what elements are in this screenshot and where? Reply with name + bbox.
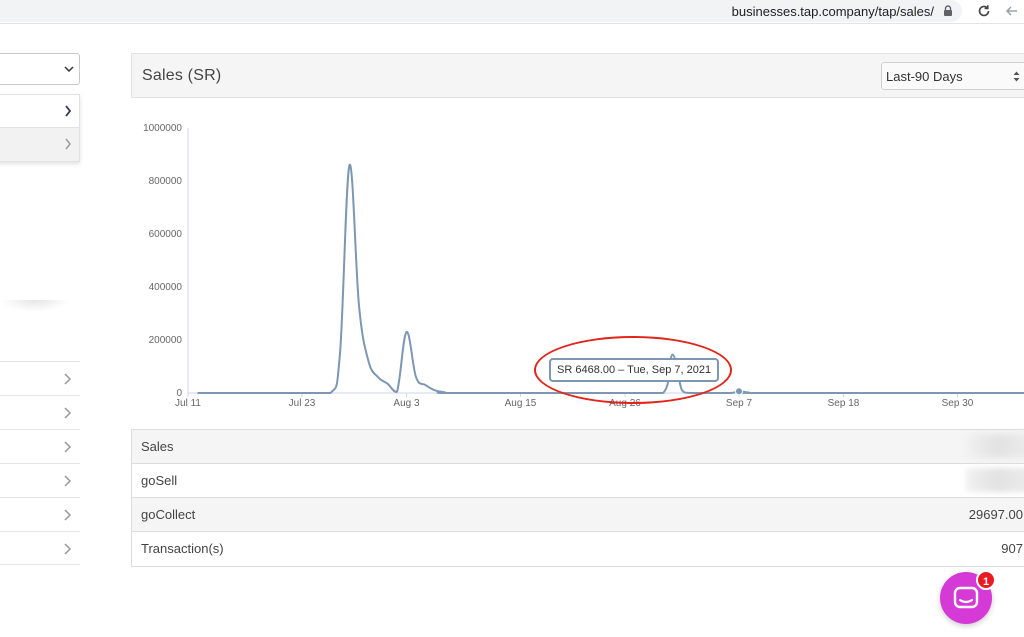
y-tick-label: 400000 (149, 282, 183, 293)
summary-value: 29697.00 (968, 507, 1023, 522)
panel-title: Sales (SR) (142, 67, 222, 84)
y-tick-label: 1000000 (143, 123, 182, 134)
date-range-value: Last-90 Days (886, 69, 963, 84)
chat-icon (953, 586, 979, 609)
sidebar-dropdown-menu (0, 94, 80, 162)
sidebar-item[interactable] (0, 531, 80, 565)
summary-label: goCollect (141, 507, 196, 522)
y-tick-label: 200000 (149, 335, 183, 346)
sidebar-item[interactable] (0, 361, 80, 395)
chevron-right-icon (64, 373, 72, 385)
sidebar-menu-item[interactable] (0, 128, 79, 161)
sidebar-menu-item[interactable] (0, 95, 79, 128)
chevron-right-icon (64, 475, 72, 487)
chevron-down-icon (64, 66, 74, 73)
summary-row: Sales (132, 430, 1024, 464)
sidebar-item[interactable] (0, 395, 80, 429)
back-arrow-icon[interactable] (1004, 3, 1020, 19)
summary-value: 907 (1001, 541, 1023, 556)
sales-chart[interactable]: 1000000 800000 600000 400000 200000 0 Jul 11 Ju… (131, 112, 1024, 412)
address-bar[interactable]: businesses.tap.company/tap/sales/ (0, 0, 962, 22)
summary-row: Transaction(s) 907 (132, 532, 1024, 566)
chevron-right-icon (64, 543, 72, 555)
x-tick-label: Aug 15 (505, 398, 537, 409)
sidebar-item[interactable] (0, 463, 80, 497)
sidebar-item[interactable] (0, 429, 80, 463)
summary-label: goSell (141, 473, 178, 488)
sidebar-select[interactable] (0, 53, 80, 85)
redacted-value (966, 434, 1024, 458)
x-tick-label: Jul 23 (289, 398, 316, 409)
red-annotation-circle (534, 336, 732, 404)
y-tick-label: 800000 (149, 176, 183, 187)
notification-badge: 1 (976, 570, 996, 590)
reload-icon[interactable] (976, 3, 992, 19)
x-tick-label: Aug 3 (393, 398, 420, 409)
redacted-value (966, 468, 1024, 492)
chevron-right-icon (64, 509, 72, 521)
sales-summary-table: Sales goSell goCollect 29697.00 Transaction(… (131, 429, 1024, 567)
date-range-select[interactable]: Last-90 Days (881, 62, 1024, 90)
summary-row: goSell (132, 464, 1024, 498)
sidebar-shadow (0, 300, 70, 312)
summary-label: Transaction(s) (141, 541, 224, 556)
sidebar-item[interactable] (0, 497, 80, 531)
x-tick-label: Sep 18 (828, 398, 860, 409)
sales-panel-header: Sales (SR) Last-90 Days (131, 53, 1024, 98)
browser-bar: businesses.tap.company/tap/sales/ (0, 0, 1024, 24)
x-tick-label: Jul 11 (175, 398, 201, 409)
app-root: businesses.tap.company/tap/sales/ Sales … (0, 0, 1024, 637)
chevron-right-icon (65, 105, 72, 117)
url-text: businesses.tap.company/tap/sales/ (731, 4, 934, 19)
chevron-right-icon (64, 407, 72, 419)
y-tick-label: 600000 (149, 229, 183, 240)
select-arrows-icon (1013, 71, 1020, 82)
chevron-right-icon (64, 441, 72, 453)
sidebar-list (0, 361, 80, 565)
chevron-right-icon (65, 138, 71, 150)
summary-row: goCollect 29697.00 (132, 498, 1024, 532)
x-tick-label: Sep 7 (726, 398, 753, 409)
lock-icon[interactable] (942, 5, 954, 17)
x-tick-label: Sep 30 (942, 398, 974, 409)
highlight-point (735, 387, 743, 396)
summary-label: Sales (141, 439, 174, 454)
